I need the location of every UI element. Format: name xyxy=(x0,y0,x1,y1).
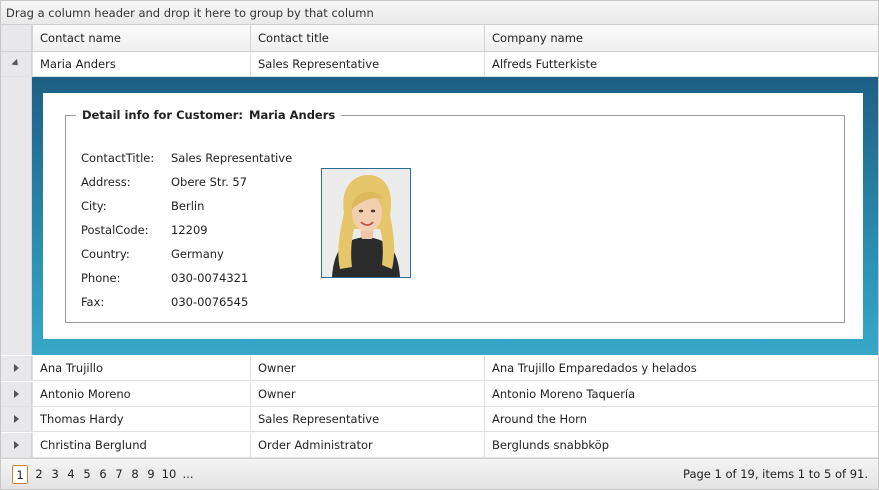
detail-label: ContactTitle: xyxy=(81,151,155,165)
cell-company-name: Around the Horn xyxy=(484,407,878,431)
detail-indent-cell xyxy=(1,77,32,355)
cell-company-name: Ana Trujillo Emparedados y helados xyxy=(484,356,878,380)
page-link[interactable]: 8 xyxy=(127,465,143,484)
cell-contact-name: Christina Berglund xyxy=(32,433,250,457)
page-link[interactable]: 10 xyxy=(159,465,179,484)
detail-label: Fax: xyxy=(81,295,105,309)
detail-legend-customer-name: Maria Anders xyxy=(249,108,336,122)
detail-label: City: xyxy=(81,199,107,213)
expand-toggle[interactable] xyxy=(1,433,32,457)
page-link[interactable]: 6 xyxy=(95,465,111,484)
column-header-company-name[interactable]: Company name xyxy=(484,25,878,51)
page-link-more[interactable]: ... xyxy=(179,465,197,484)
detail-label: Phone: xyxy=(81,271,121,285)
group-by-panel[interactable]: Drag a column header and drop it here to… xyxy=(1,1,878,25)
expand-toggle[interactable] xyxy=(1,407,32,431)
page-link-current[interactable]: 1 xyxy=(12,465,28,484)
cell-contact-title: Sales Representative xyxy=(250,52,484,76)
cell-contact-name: Antonio Moreno xyxy=(32,382,250,406)
detail-legend-prefix: Detail info for Customer: xyxy=(82,108,244,122)
page-link[interactable]: 5 xyxy=(79,465,95,484)
page-link[interactable]: 9 xyxy=(143,465,159,484)
cell-company-name: Berglunds snabbköp xyxy=(484,433,878,457)
table-row[interactable]: Christina Berglund Order Administrator B… xyxy=(1,433,878,458)
detail-value: 12209 xyxy=(171,223,208,237)
collapse-triangle-icon xyxy=(11,58,21,68)
detail-value: Berlin xyxy=(171,199,205,213)
expand-triangle-icon xyxy=(13,390,19,398)
expand-toggle[interactable] xyxy=(1,382,32,406)
detail-fieldset: Detail info for Customer: Maria Anders Co… xyxy=(65,108,845,323)
table-row[interactable]: Ana Trujillo Owner Ana Trujillo Empareda… xyxy=(1,356,878,381)
table-row[interactable]: Antonio Moreno Owner Antonio Moreno Taqu… xyxy=(1,382,878,407)
cell-company-name: Alfreds Futterkiste xyxy=(484,52,878,76)
pager-pages: 1 2 3 4 5 6 7 8 9 10 ... xyxy=(12,465,197,484)
page-link[interactable]: 3 xyxy=(47,465,63,484)
cell-contact-title: Owner xyxy=(250,356,484,380)
detail-value: 030-0074321 xyxy=(171,271,249,285)
expand-triangle-icon xyxy=(13,441,19,449)
page-link[interactable]: 4 xyxy=(63,465,79,484)
table-row[interactable]: Thomas Hardy Sales Representative Around… xyxy=(1,407,878,432)
cell-contact-name: Maria Anders xyxy=(32,52,250,76)
cell-company-name: Antonio Moreno Taquería xyxy=(484,382,878,406)
header-row: Contact name Contact title Company name xyxy=(1,25,878,52)
detail-template: Detail info for Customer: Maria Anders Co… xyxy=(32,77,878,355)
column-header-contact-title[interactable]: Contact title xyxy=(250,25,484,51)
detail-value: Obere Str. 57 xyxy=(171,175,248,189)
customer-photo xyxy=(321,168,411,278)
expand-triangle-icon xyxy=(13,364,19,372)
page-link[interactable]: 7 xyxy=(111,465,127,484)
header-indent-cell xyxy=(1,25,32,51)
radgrid: Drag a column header and drop it here to… xyxy=(0,0,879,490)
cell-contact-name: Thomas Hardy xyxy=(32,407,250,431)
column-header-contact-name[interactable]: Contact name xyxy=(32,25,250,51)
customer-photo-portrait-icon xyxy=(322,169,410,277)
detail-value: 030-0076545 xyxy=(171,295,249,309)
detail-value: Germany xyxy=(171,247,224,261)
table-row-expanded[interactable]: Maria Anders Sales Representative Alfred… xyxy=(1,52,878,77)
page-link[interactable]: 2 xyxy=(31,465,47,484)
collapse-toggle[interactable] xyxy=(1,52,32,76)
detail-label: Address: xyxy=(81,175,131,189)
expand-triangle-icon xyxy=(13,415,19,423)
detail-value: Sales Representative xyxy=(171,151,293,165)
cell-contact-title: Owner xyxy=(250,382,484,406)
detail-label: PostalCode: xyxy=(81,223,149,237)
detail-panel: Detail info for Customer: Maria Anders Co… xyxy=(43,93,863,339)
cell-contact-title: Sales Representative xyxy=(250,407,484,431)
cell-contact-title: Order Administrator xyxy=(250,433,484,457)
detail-legend: Detail info for Customer: Maria Anders xyxy=(76,108,342,122)
pager: 1 2 3 4 5 6 7 8 9 10 ... Page 1 of 19, i… xyxy=(1,458,878,489)
pager-info: Page 1 of 19, items 1 to 5 of 91. xyxy=(683,467,868,481)
cell-contact-name: Ana Trujillo xyxy=(32,356,250,380)
detail-label: Country: xyxy=(81,247,130,261)
expand-toggle[interactable] xyxy=(1,356,32,380)
